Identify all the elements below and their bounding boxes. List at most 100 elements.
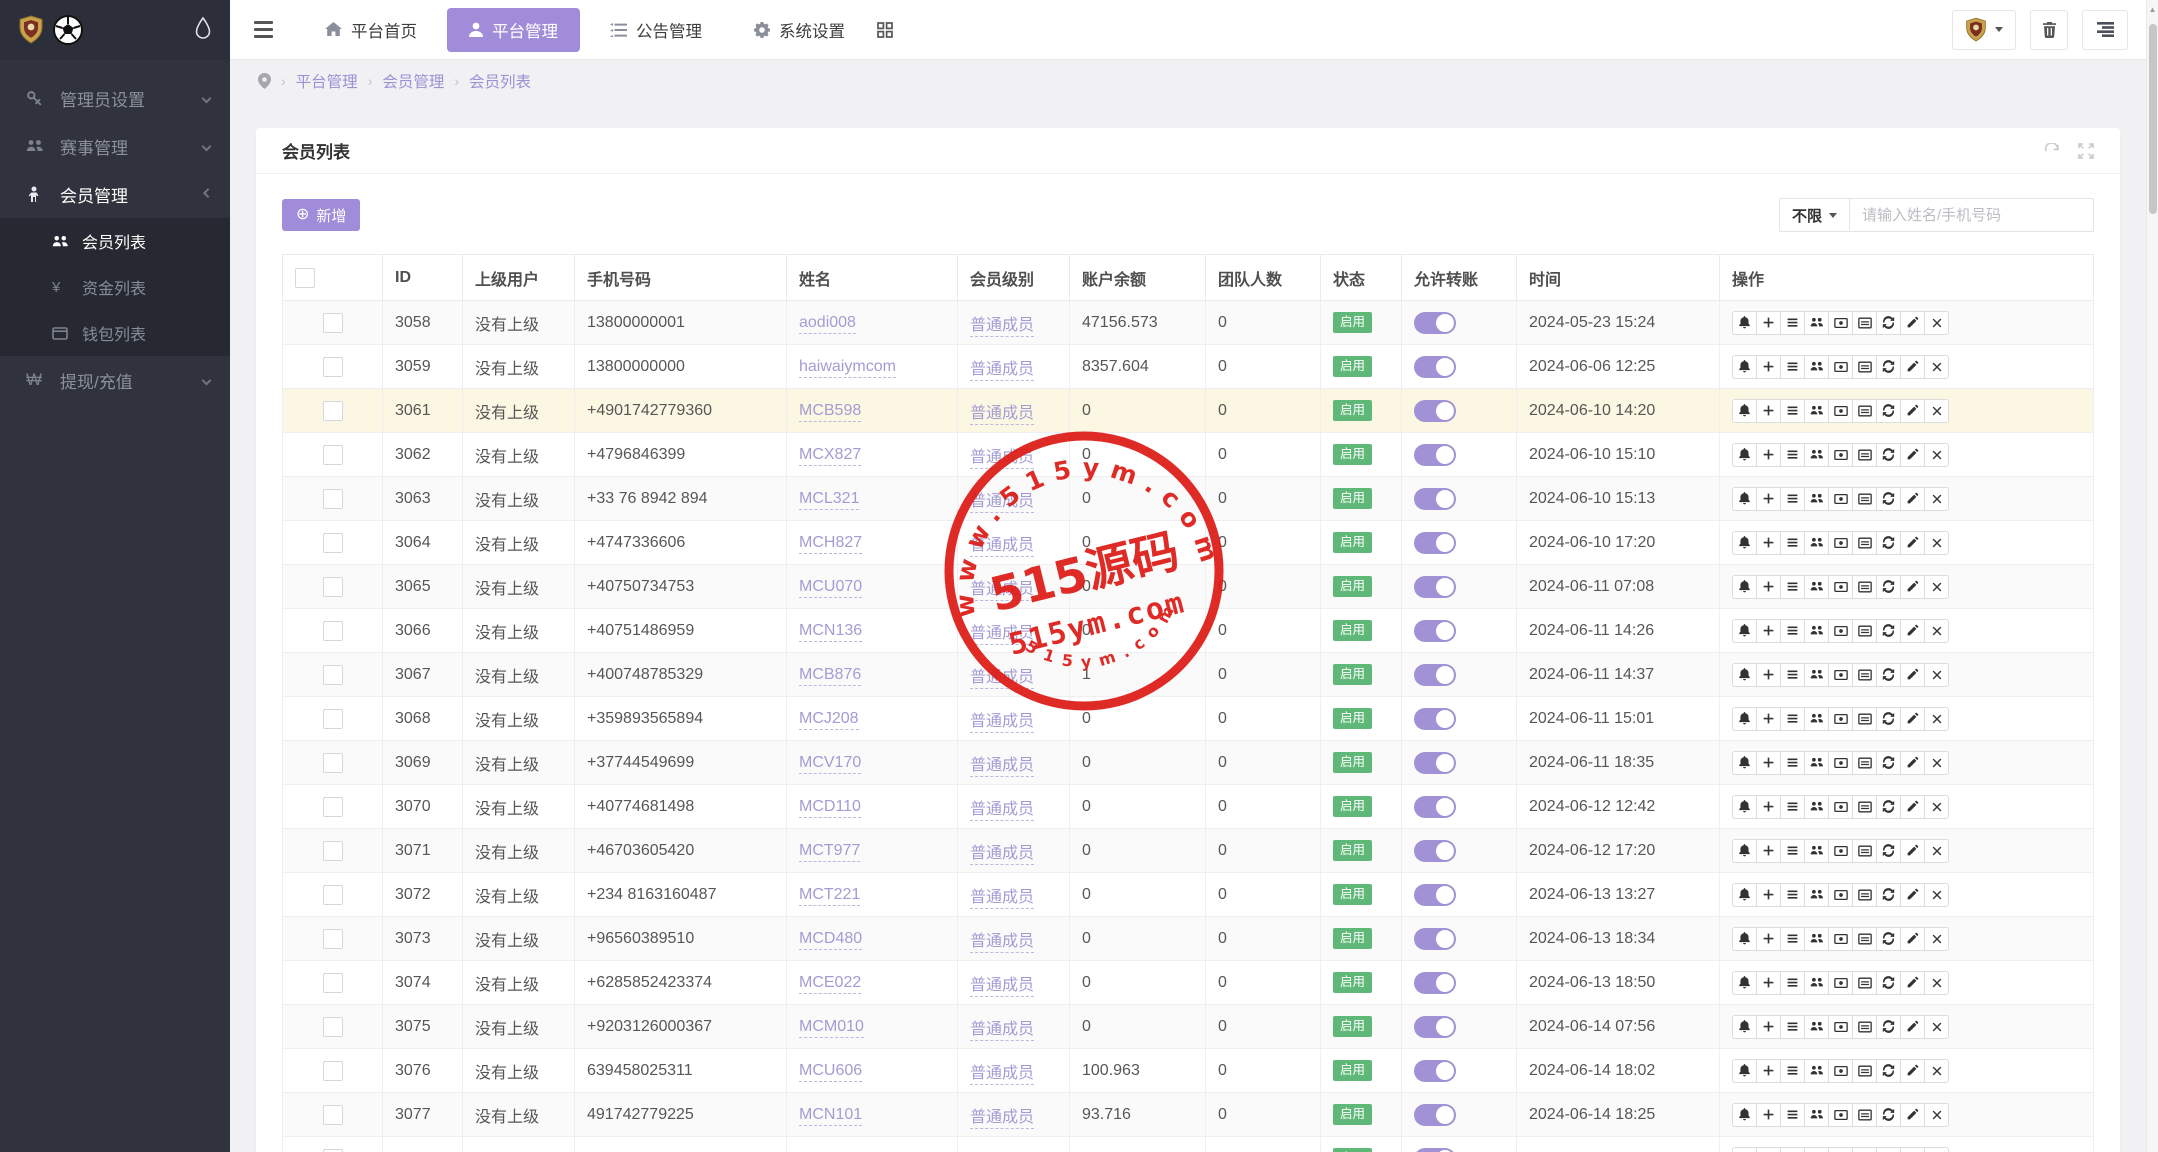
transfer-toggle[interactable] bbox=[1414, 796, 1456, 818]
row-checkbox[interactable] bbox=[323, 577, 343, 597]
detail-list-button[interactable] bbox=[1780, 751, 1805, 775]
transfer-toggle[interactable] bbox=[1414, 488, 1456, 510]
transfer-toggle[interactable] bbox=[1414, 664, 1456, 686]
row-checkbox[interactable] bbox=[323, 709, 343, 729]
fullscreen-icon[interactable] bbox=[2078, 143, 2094, 159]
edit-pencil-button[interactable] bbox=[1900, 707, 1925, 731]
transfer-toggle[interactable] bbox=[1414, 752, 1456, 774]
add-plus-button[interactable] bbox=[1756, 443, 1781, 467]
add-plus-button[interactable] bbox=[1756, 663, 1781, 687]
detail-list-button[interactable] bbox=[1780, 707, 1805, 731]
add-plus-button[interactable] bbox=[1756, 839, 1781, 863]
notify-bell-button[interactable] bbox=[1732, 839, 1757, 863]
detail-list-button[interactable] bbox=[1780, 575, 1805, 599]
money-button[interactable] bbox=[1828, 839, 1853, 863]
sidebar-item-funds-list[interactable]: ¥ 资金列表 bbox=[0, 264, 230, 310]
add-plus-button[interactable] bbox=[1756, 487, 1781, 511]
team-users-button[interactable] bbox=[1804, 487, 1829, 511]
member-level-link[interactable]: 普通成员 bbox=[970, 713, 1034, 733]
row-checkbox[interactable] bbox=[323, 401, 343, 421]
notify-bell-button[interactable] bbox=[1732, 1147, 1757, 1152]
transfer-toggle[interactable] bbox=[1414, 884, 1456, 906]
team-users-button[interactable] bbox=[1804, 795, 1829, 819]
refresh-recycle-button[interactable] bbox=[1876, 795, 1901, 819]
avatar-dropdown-button[interactable] bbox=[1952, 10, 2016, 50]
delete-x-button[interactable] bbox=[1924, 795, 1949, 819]
member-level-link[interactable]: 普通成员 bbox=[970, 493, 1034, 513]
member-name-link[interactable]: MCU606 bbox=[799, 1062, 862, 1082]
row-checkbox[interactable] bbox=[323, 885, 343, 905]
wallet-card-button[interactable] bbox=[1852, 1147, 1877, 1152]
wallet-card-button[interactable] bbox=[1852, 443, 1877, 467]
member-name-link[interactable]: MCM010 bbox=[799, 1018, 864, 1038]
detail-list-button[interactable] bbox=[1780, 795, 1805, 819]
money-button[interactable] bbox=[1828, 311, 1853, 335]
table-row[interactable]: 3065 没有上级 +40750734753 MCU070 普通成员 0 0 启… bbox=[283, 565, 2094, 609]
notify-bell-button[interactable] bbox=[1732, 1103, 1757, 1127]
edit-pencil-button[interactable] bbox=[1900, 531, 1925, 555]
delete-x-button[interactable] bbox=[1924, 663, 1949, 687]
delete-x-button[interactable] bbox=[1924, 399, 1949, 423]
member-level-link[interactable]: 普通成员 bbox=[970, 581, 1034, 601]
member-name-link[interactable]: MCD110 bbox=[799, 798, 861, 818]
row-checkbox[interactable] bbox=[323, 445, 343, 465]
edit-pencil-button[interactable] bbox=[1900, 795, 1925, 819]
refresh-recycle-button[interactable] bbox=[1876, 883, 1901, 907]
add-plus-button[interactable] bbox=[1756, 1059, 1781, 1083]
wallet-card-button[interactable] bbox=[1852, 663, 1877, 687]
add-plus-button[interactable] bbox=[1756, 311, 1781, 335]
wallet-card-button[interactable] bbox=[1852, 399, 1877, 423]
detail-list-button[interactable] bbox=[1780, 399, 1805, 423]
row-checkbox[interactable] bbox=[323, 357, 343, 377]
sidebar-item-wallet-list[interactable]: 钱包列表 bbox=[0, 310, 230, 356]
detail-list-button[interactable] bbox=[1780, 1103, 1805, 1127]
transfer-toggle[interactable] bbox=[1414, 532, 1456, 554]
transfer-toggle[interactable] bbox=[1414, 620, 1456, 642]
edit-pencil-button[interactable] bbox=[1900, 1103, 1925, 1127]
wallet-card-button[interactable] bbox=[1852, 1015, 1877, 1039]
edit-pencil-button[interactable] bbox=[1900, 311, 1925, 335]
log-list-button[interactable] bbox=[2082, 10, 2128, 50]
delete-x-button[interactable] bbox=[1924, 1147, 1949, 1152]
detail-list-button[interactable] bbox=[1780, 1015, 1805, 1039]
notify-bell-button[interactable] bbox=[1732, 399, 1757, 423]
delete-x-button[interactable] bbox=[1924, 707, 1949, 731]
row-checkbox[interactable] bbox=[323, 665, 343, 685]
team-users-button[interactable] bbox=[1804, 619, 1829, 643]
table-row[interactable]: 3075 没有上级 +9203126000367 MCM010 普通成员 0 0… bbox=[283, 1005, 2094, 1049]
add-plus-button[interactable] bbox=[1756, 927, 1781, 951]
wallet-card-button[interactable] bbox=[1852, 883, 1877, 907]
add-plus-button[interactable] bbox=[1756, 575, 1781, 599]
refresh-recycle-button[interactable] bbox=[1876, 443, 1901, 467]
table-row[interactable]: 3062 没有上级 +4796846399 MCX827 普通成员 0 0 启用… bbox=[283, 433, 2094, 477]
member-name-link[interactable]: aodi008 bbox=[799, 314, 856, 334]
detail-list-button[interactable] bbox=[1780, 531, 1805, 555]
transfer-toggle[interactable] bbox=[1414, 928, 1456, 950]
row-checkbox[interactable] bbox=[323, 313, 343, 333]
refresh-recycle-button[interactable] bbox=[1876, 1147, 1901, 1152]
breadcrumb-link[interactable]: 平台管理 bbox=[296, 70, 358, 92]
money-button[interactable] bbox=[1828, 443, 1853, 467]
table-row[interactable]: 3068 没有上级 +359893565894 MCJ208 普通成员 0 0 … bbox=[283, 697, 2094, 741]
refresh-recycle-button[interactable] bbox=[1876, 399, 1901, 423]
table-row[interactable]: 3073 没有上级 +96560389510 MCD480 普通成员 0 0 启… bbox=[283, 917, 2094, 961]
money-button[interactable] bbox=[1828, 883, 1853, 907]
edit-pencil-button[interactable] bbox=[1900, 883, 1925, 907]
detail-list-button[interactable] bbox=[1780, 311, 1805, 335]
member-name-link[interactable]: MCE022 bbox=[799, 974, 861, 994]
refresh-recycle-button[interactable] bbox=[1876, 927, 1901, 951]
add-plus-button[interactable] bbox=[1756, 707, 1781, 731]
notify-bell-button[interactable] bbox=[1732, 795, 1757, 819]
refresh-recycle-button[interactable] bbox=[1876, 707, 1901, 731]
member-name-link[interactable]: MCT977 bbox=[799, 842, 860, 862]
member-name-link[interactable]: MCX827 bbox=[799, 446, 861, 466]
notify-bell-button[interactable] bbox=[1732, 487, 1757, 511]
transfer-toggle[interactable] bbox=[1414, 1060, 1456, 1082]
team-users-button[interactable] bbox=[1804, 311, 1829, 335]
wallet-card-button[interactable] bbox=[1852, 927, 1877, 951]
refresh-recycle-button[interactable] bbox=[1876, 839, 1901, 863]
row-checkbox[interactable] bbox=[323, 621, 343, 641]
table-row[interactable]: 3070 没有上级 +40774681498 MCD110 普通成员 0 0 启… bbox=[283, 785, 2094, 829]
delete-x-button[interactable] bbox=[1924, 1059, 1949, 1083]
row-checkbox[interactable] bbox=[323, 973, 343, 993]
